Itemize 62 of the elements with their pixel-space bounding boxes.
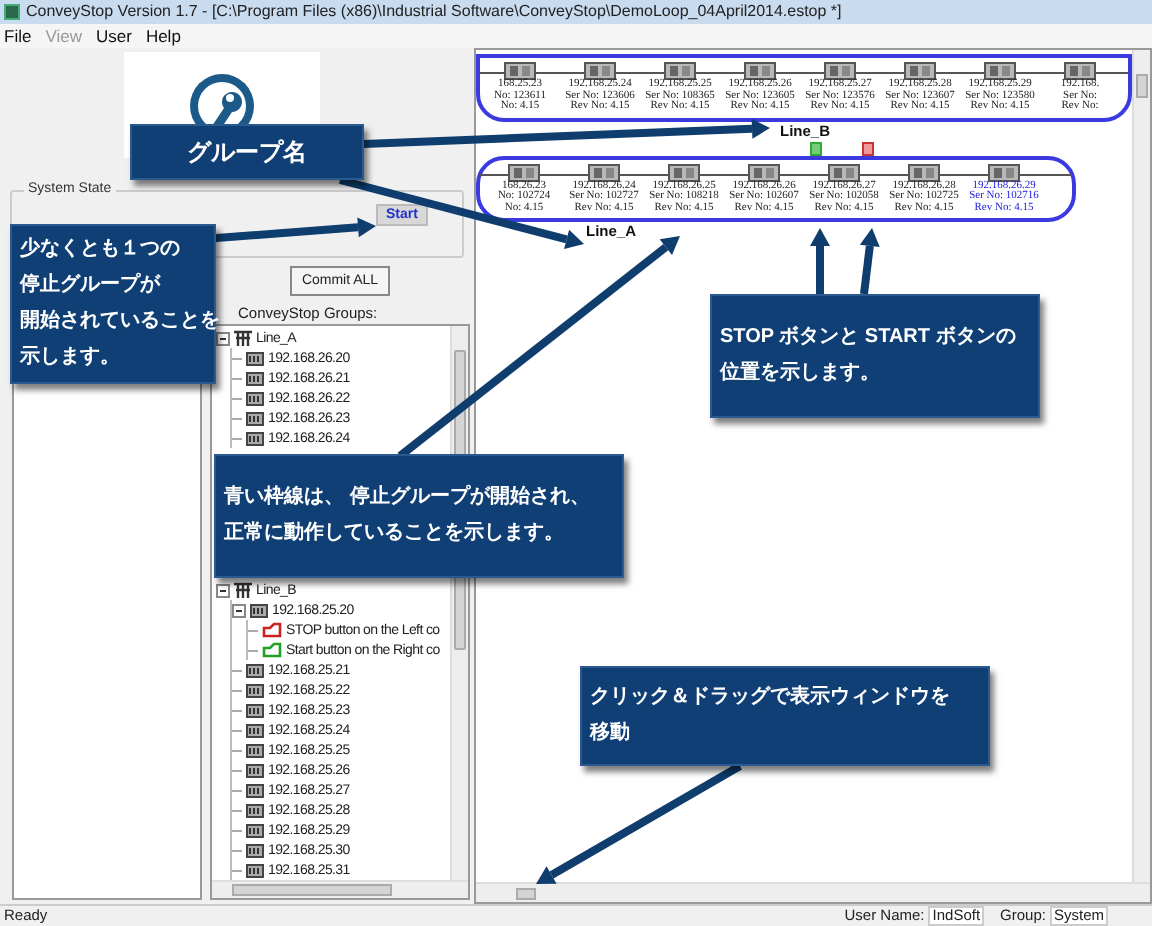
collapse-toggle[interactable] [232,603,246,617]
device-icon [984,62,1016,80]
device-icon [246,783,264,797]
horizontal-scrollbar[interactable] [212,880,468,898]
menu-item[interactable]: Help [145,27,181,45]
callout-text: 移動 [590,719,630,748]
device-icon [664,62,696,80]
device-icon [908,163,940,181]
start-button-icon [262,642,282,658]
collapse-toggle[interactable] [216,583,230,597]
device-icon [988,163,1020,181]
line-group-frame[interactable] [476,155,1076,222]
callout-text: 開始されていることを [20,307,220,336]
callout-text: クリック＆ドラッグで表示ウィンドウを [590,683,950,712]
device-icon [744,62,776,80]
device-icon [246,803,264,817]
device-icon [504,62,536,80]
callout-text: 示します。 [20,344,120,372]
callout-text: 位置を示します。 [720,359,880,388]
device-icon [246,411,264,425]
device-icon [1064,62,1096,80]
window-title: ConveyStop Version 1.7 - [C:\Program Files (x86)\Industrial Software\ConveyStop\DemoLoop_04April2014.estop *] [26,4,842,20]
device-icon [668,163,700,181]
vertical-scrollbar[interactable] [1132,50,1150,882]
horizontal-scrollbar[interactable] [476,882,1150,902]
device-icon [250,603,268,617]
callout-text: グループ名 [187,136,307,170]
callout-text: 正常に動作していることを示します。 [224,519,564,548]
menu-item[interactable]: File [4,27,32,45]
stop-button-icon [262,622,282,638]
tower-icon [234,582,252,598]
device-icon [508,163,540,181]
callout-text: 停止グループが [20,270,160,300]
device-icon [246,371,264,385]
start-marker-icon[interactable] [810,141,822,155]
line-group-frame[interactable] [476,54,1132,121]
device-icon [246,763,264,777]
device-icon [904,62,936,80]
device-icon [828,163,860,181]
app-icon [4,4,20,20]
collapse-toggle[interactable] [216,331,230,345]
device-icon [246,863,264,877]
device-icon [246,431,264,445]
device-icon [246,663,264,677]
device-icon [246,351,264,365]
device-icon [584,62,616,80]
menu-item[interactable]: User [95,27,132,45]
callout-text: 青い枠線は、 停止グループが開始され、 [224,482,590,512]
device-icon [824,62,856,80]
callout-text: 少なくとも１つの [20,235,180,264]
device-icon [246,683,264,697]
device-icon [246,391,264,405]
stop-marker-icon[interactable] [862,141,874,155]
device-icon [246,743,264,757]
device-icon [246,723,264,737]
device-icon [246,703,264,717]
callout-text: STOP ボタンと START ボタンの [720,324,1016,352]
device-icon [246,843,264,857]
device-icon [246,823,264,837]
tower-icon [234,330,252,346]
device-icon [588,163,620,181]
device-icon [748,163,780,181]
